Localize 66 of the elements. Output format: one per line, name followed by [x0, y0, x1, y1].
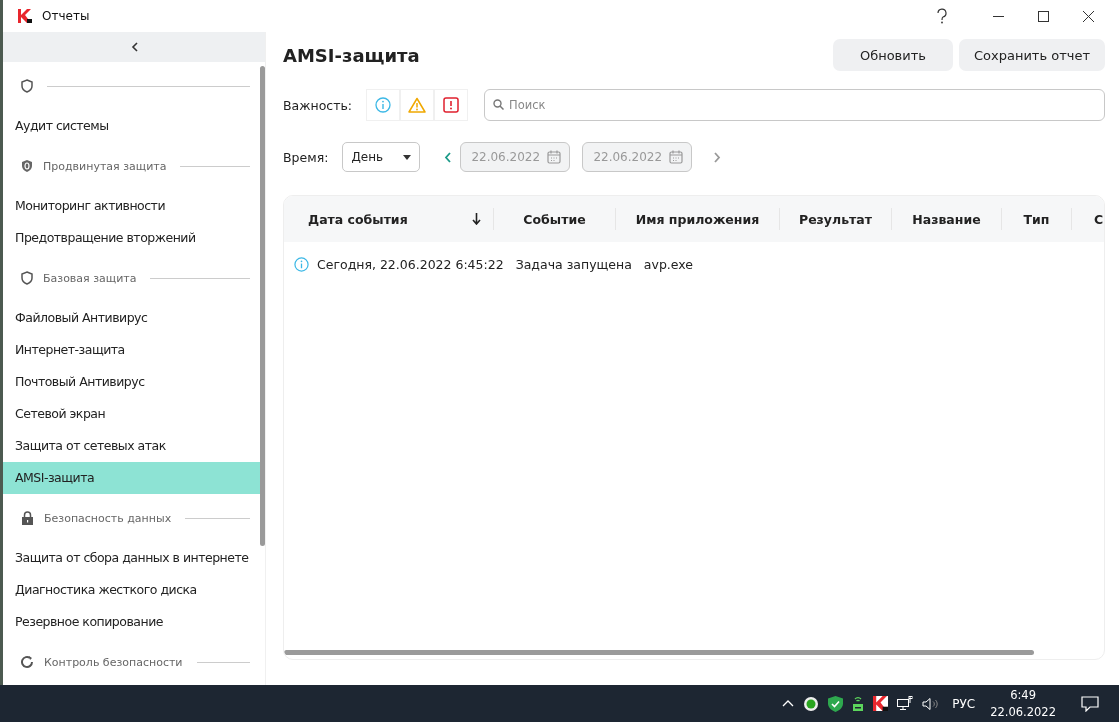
shield-check-icon[interactable] — [828, 695, 844, 712]
shield-icon — [21, 271, 33, 285]
search-field[interactable]: Поиск — [484, 89, 1105, 121]
group-heading: Контроль безопасности — [44, 655, 183, 669]
sidebar-item[interactable]: Аудит системы — [3, 110, 260, 142]
status-dot-icon[interactable] — [803, 695, 820, 712]
monitor-icon[interactable] — [897, 696, 914, 711]
sidebar-item[interactable]: Защита от сетевых атак — [3, 430, 260, 462]
app-logo-icon — [18, 9, 32, 23]
maximize-icon[interactable] — [1038, 10, 1049, 22]
sort-arrow-icon[interactable] — [472, 213, 481, 225]
chevron-left-icon[interactable] — [444, 151, 452, 163]
page-title: AMSI-защита — [283, 44, 420, 66]
action-button[interactable]: Сохранить отчет — [958, 39, 1105, 71]
sidebar-item[interactable]: Резервное копирование — [3, 606, 260, 638]
close-icon[interactable] — [1083, 10, 1094, 22]
sidebar-item[interactable]: Диагностика жесткого диска — [3, 574, 260, 606]
calendar-icon — [547, 150, 562, 164]
sidebar-item[interactable]: Сетевой экран — [3, 398, 260, 430]
chevron-up-icon[interactable] — [782, 700, 795, 707]
column-header[interactable]: Дата события — [308, 211, 408, 227]
app-logo-icon[interactable] — [873, 696, 889, 711]
search-icon — [493, 99, 505, 110]
chevron-left-icon — [130, 42, 138, 52]
group-heading: Базовая защита — [43, 271, 137, 285]
column-header[interactable]: Имя приложения — [635, 211, 760, 227]
shield-icon — [21, 159, 33, 173]
window-title: Отчеты — [42, 9, 90, 23]
sidebar-item[interactable]: Защита от сбора данных в интернете — [3, 542, 260, 574]
column-header[interactable]: Название — [912, 211, 981, 227]
caret-icon — [403, 154, 412, 160]
action-button[interactable]: Обновить — [832, 39, 953, 71]
speaker-icon[interactable] — [922, 696, 940, 711]
calendar-icon — [669, 150, 684, 164]
sidebar-item[interactable]: Почтовый Антивирус — [3, 366, 260, 398]
warning-icon — [408, 97, 427, 113]
info-icon — [294, 256, 309, 272]
column-header[interactable]: Результат — [798, 211, 872, 227]
column-header[interactable]: Тип — [1023, 211, 1050, 227]
clock[interactable]: 6:49 22.06.2022 — [990, 686, 1056, 721]
sidebar-item[interactable]: AMSI-защита — [3, 462, 260, 494]
group-heading: Продвинутая защита — [43, 159, 167, 173]
sidebar-item[interactable]: Предотвращение вторжений — [3, 222, 260, 254]
scrollbar[interactable] — [260, 66, 265, 546]
help-icon[interactable] — [936, 8, 948, 24]
info-icon — [375, 97, 392, 113]
group-heading: Безопасность данных — [44, 511, 172, 525]
period-dropdown[interactable]: День — [342, 142, 421, 172]
language-indicator[interactable]: РУС — [952, 696, 976, 711]
table-cell: Задача запущена — [515, 256, 632, 272]
table-cell: Сегодня, 22.06.2022 6:45:22 — [317, 256, 504, 272]
lock-icon — [21, 511, 34, 525]
column-header[interactable]: С — [1094, 211, 1104, 227]
sidebar-item[interactable]: Интернет-защита — [3, 334, 260, 366]
shield-icon — [21, 79, 33, 93]
network-device-icon[interactable] — [852, 695, 865, 712]
horizontal-scrollbar[interactable] — [284, 650, 1034, 655]
sidebar-item[interactable]: Мониторинг активности — [3, 190, 260, 222]
column-header[interactable]: Событие — [523, 211, 586, 227]
sidebar-item[interactable]: Файловый Антивирус — [3, 302, 260, 334]
time-label: Время: — [283, 149, 329, 165]
error-filter-button[interactable] — [434, 89, 469, 121]
severity-label: Важность: — [283, 97, 353, 113]
table-cell: avp.exe — [643, 256, 693, 272]
notifications-icon[interactable] — [1081, 695, 1099, 712]
error-icon — [443, 97, 460, 113]
